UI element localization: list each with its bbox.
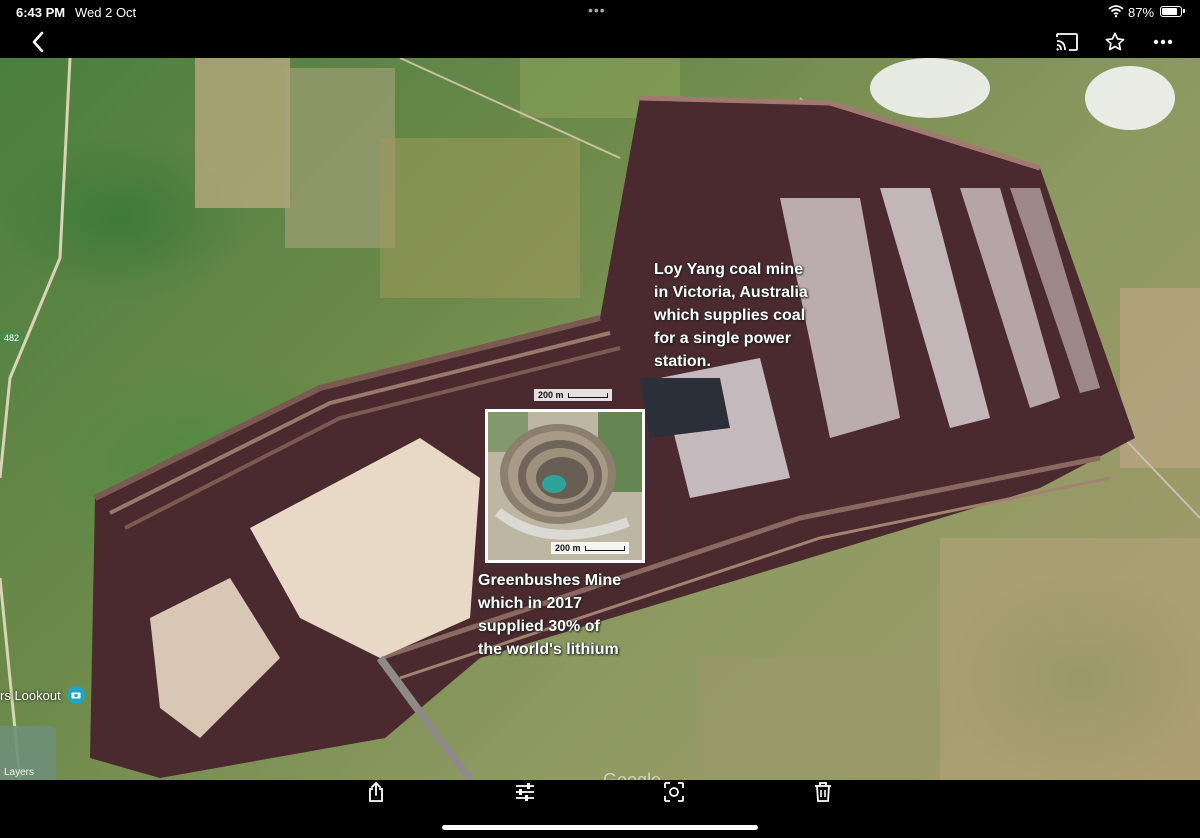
home-indicator[interactable] <box>442 825 758 830</box>
open-pit-illustration <box>488 412 642 560</box>
scale-label: 200 m <box>538 390 564 400</box>
caption-greenbushes: Greenbushes Mine which in 2017 supplied … <box>478 569 621 661</box>
inset-scale-bar: 200 m <box>551 542 629 554</box>
multitasking-dots-icon[interactable]: ••• <box>588 2 606 18</box>
greenbushes-inset <box>485 409 645 563</box>
back-button[interactable] <box>26 30 50 54</box>
battery-percent: 87% <box>1128 5 1155 20</box>
crop-focus-icon <box>664 782 684 802</box>
lookout-label: rs Lookout <box>0 687 61 703</box>
chevron-left-icon <box>32 31 44 53</box>
caption-line: which in 2017 <box>478 595 583 612</box>
camera-poi-icon <box>66 686 85 704</box>
caption-line: the world's lithium <box>478 641 619 658</box>
scale-label: 200 m <box>555 543 581 553</box>
trash-icon <box>815 782 831 802</box>
satellite-photo[interactable]: Loy Yang coal mine in Victoria, Australi… <box>0 58 1200 780</box>
adjust-button[interactable] <box>513 780 537 804</box>
caption-line: in Victoria, Australia <box>654 284 808 301</box>
battery-fill <box>1162 8 1177 15</box>
google-watermark: Google <box>603 770 662 780</box>
cast-icon <box>1056 33 1078 51</box>
status-bar: 6:43 PM Wed 2 Oct ••• 87% <box>0 0 1200 26</box>
wifi-icon <box>1108 5 1124 18</box>
layers-button[interactable]: Layers <box>0 726 56 780</box>
top-toolbar <box>0 26 1200 58</box>
caption-line: for a single power <box>654 330 791 347</box>
caption-line: supplied 30% of <box>478 618 600 635</box>
delete-button[interactable] <box>811 780 835 804</box>
status-date: Wed 2 Oct <box>75 5 137 20</box>
caption-coal-mine: Loy Yang coal mine in Victoria, Australi… <box>654 258 808 373</box>
favorite-button[interactable] <box>1103 30 1127 54</box>
more-horizontal-icon <box>1153 39 1173 45</box>
scale-bar: 200 m <box>534 389 612 401</box>
star-icon <box>1105 32 1125 51</box>
battery-icon <box>1160 6 1185 17</box>
layers-label: Layers <box>4 767 35 778</box>
lookout-poi[interactable]: rs Lookout <box>0 686 85 704</box>
caption-line: station. <box>654 353 711 370</box>
caption-line: Greenbushes Mine <box>478 572 622 589</box>
caption-line: Loy Yang coal mine <box>654 261 804 278</box>
crop-button[interactable] <box>662 780 686 804</box>
sliders-icon <box>516 783 534 801</box>
share-button[interactable] <box>364 780 388 804</box>
more-button[interactable] <box>1151 30 1175 54</box>
share-icon <box>369 782 383 802</box>
cast-button[interactable] <box>1054 30 1080 54</box>
status-time: 6:43 PM <box>16 5 66 20</box>
road-badge: 482 <box>0 332 24 344</box>
caption-line: which supplies coal <box>654 307 806 324</box>
